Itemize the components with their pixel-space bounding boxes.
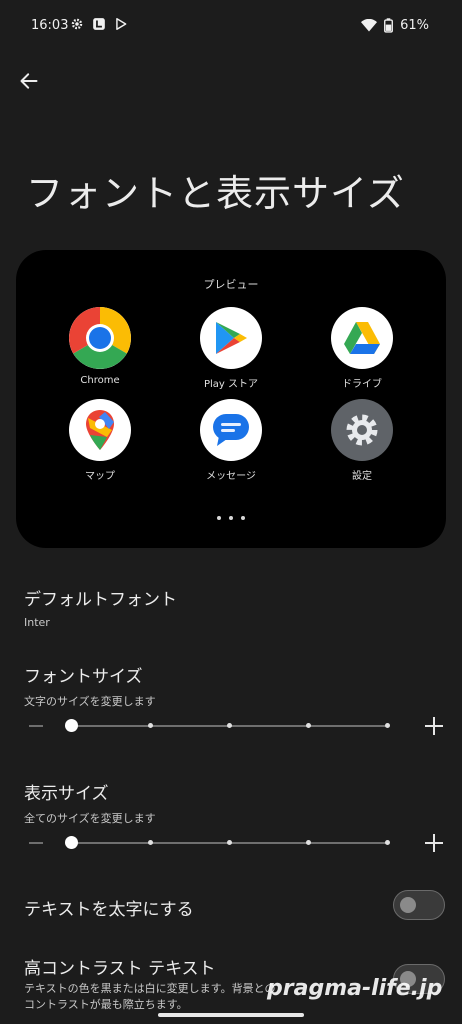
slider-thumb[interactable] bbox=[64, 836, 78, 849]
toggle-knob bbox=[400, 897, 416, 913]
font-size-subtitle: 文字のサイズを変更します bbox=[24, 695, 156, 708]
default-font-setting[interactable]: デフォルトフォント Inter bbox=[24, 585, 177, 629]
settings-icon bbox=[331, 399, 393, 461]
status-time: 16:03 bbox=[31, 18, 69, 33]
drive-icon bbox=[331, 307, 393, 369]
status-bar: 16:03 61% bbox=[0, 0, 462, 54]
gear-icon bbox=[71, 18, 83, 30]
app-maps: マップ bbox=[45, 399, 155, 482]
display-size-decrease-button[interactable] bbox=[29, 842, 43, 844]
high-contrast-subtitle-line1: テキストの色を黒または白に変更します。背景との bbox=[24, 982, 276, 995]
app-chrome: Chrome bbox=[45, 307, 155, 386]
preview-label: プレビュー bbox=[203, 278, 259, 291]
app-messages: メッセージ bbox=[176, 399, 286, 482]
font-size-setting: フォントサイズ 文字のサイズを変更します bbox=[24, 662, 156, 709]
battery-percent: 61% bbox=[400, 18, 429, 33]
display-size-slider-row bbox=[0, 828, 462, 858]
wifi-icon bbox=[361, 19, 378, 32]
display-size-title: 表示サイズ bbox=[24, 784, 109, 804]
app-notification-icon bbox=[93, 18, 105, 30]
app-settings: 設定 bbox=[307, 399, 417, 482]
slider-tick bbox=[147, 840, 153, 845]
app-label-messages: メッセージ bbox=[206, 471, 256, 482]
default-font-value: Inter bbox=[24, 616, 50, 629]
slider-thumb[interactable] bbox=[64, 719, 78, 732]
app-play-store: Play ストア bbox=[176, 307, 286, 390]
display-size-subtitle: 全てのサイズを変更します bbox=[24, 812, 156, 825]
font-size-slider-row bbox=[0, 711, 462, 741]
page-dot bbox=[241, 516, 245, 520]
play-store-icon bbox=[200, 307, 262, 369]
bold-text-toggle[interactable] bbox=[393, 890, 445, 920]
high-contrast-subtitle: テキストの色を黒または白に変更します。背景との コントラストが最も際立ちます。 bbox=[24, 981, 275, 1013]
slider-tick bbox=[226, 840, 232, 845]
play-notification-icon bbox=[116, 18, 127, 30]
font-size-increase-button[interactable] bbox=[423, 715, 445, 737]
watermark: pragma-life.jp bbox=[267, 976, 443, 1001]
high-contrast-subtitle-line2: コントラストが最も際立ちます。 bbox=[24, 998, 188, 1011]
app-label-play-store: Play ストア bbox=[203, 379, 259, 390]
high-contrast-setting[interactable]: 高コントラスト テキスト テキストの色を黒または白に変更します。背景との コント… bbox=[24, 954, 275, 1013]
app-label-maps: マップ bbox=[85, 471, 115, 482]
default-font-title: デフォルトフォント bbox=[24, 590, 177, 610]
font-size-decrease-button[interactable] bbox=[29, 725, 43, 727]
slider-tick bbox=[147, 723, 153, 728]
high-contrast-title: 高コントラスト テキスト bbox=[24, 959, 216, 979]
slider-tick bbox=[305, 723, 311, 728]
battery-icon bbox=[384, 18, 394, 33]
preview-card[interactable]: プレビュー Chrome Play ストア ドライブ マップ メッセージ 設定 bbox=[16, 250, 446, 548]
messages-icon bbox=[200, 399, 262, 461]
slider-tick bbox=[384, 840, 390, 845]
arrow-back-icon bbox=[20, 73, 38, 89]
slider-tick bbox=[305, 840, 311, 845]
maps-icon bbox=[69, 399, 131, 461]
display-size-setting: 表示サイズ 全てのサイズを変更します bbox=[24, 779, 156, 826]
status-right: 61% bbox=[361, 18, 429, 33]
slider-tick bbox=[384, 723, 390, 728]
home-indicator[interactable] bbox=[158, 1013, 304, 1017]
app-label-settings: 設定 bbox=[352, 471, 372, 482]
app-label-chrome: Chrome bbox=[80, 375, 120, 386]
bold-text-setting[interactable]: テキストを太字にする bbox=[24, 895, 194, 920]
bold-text-title: テキストを太字にする bbox=[24, 900, 194, 920]
font-size-title: フォントサイズ bbox=[24, 667, 143, 687]
page-dot bbox=[229, 516, 233, 520]
app-label-drive: ドライブ bbox=[342, 379, 382, 390]
slider-tick bbox=[226, 723, 232, 728]
preview-page-indicator[interactable] bbox=[16, 516, 446, 520]
chrome-icon bbox=[69, 307, 131, 369]
page-title: フォントと表示サイズ bbox=[26, 172, 405, 215]
back-button[interactable] bbox=[14, 66, 44, 96]
display-size-increase-button[interactable] bbox=[423, 832, 445, 854]
notification-icons bbox=[70, 17, 128, 31]
page-dot bbox=[217, 516, 221, 520]
app-drive: ドライブ bbox=[307, 307, 417, 390]
